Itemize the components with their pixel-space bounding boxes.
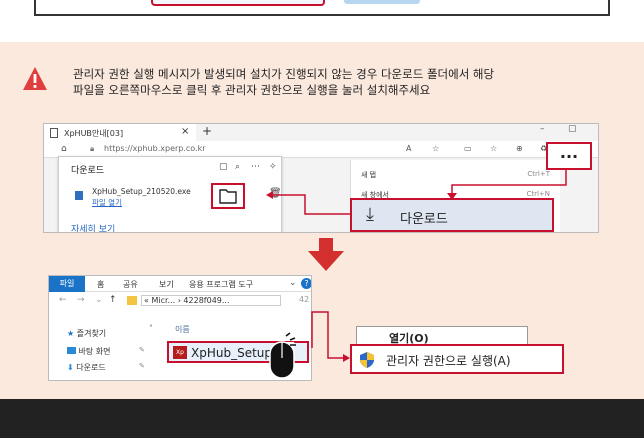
footer-band bbox=[0, 399, 644, 438]
connector-lines bbox=[266, 170, 567, 362]
